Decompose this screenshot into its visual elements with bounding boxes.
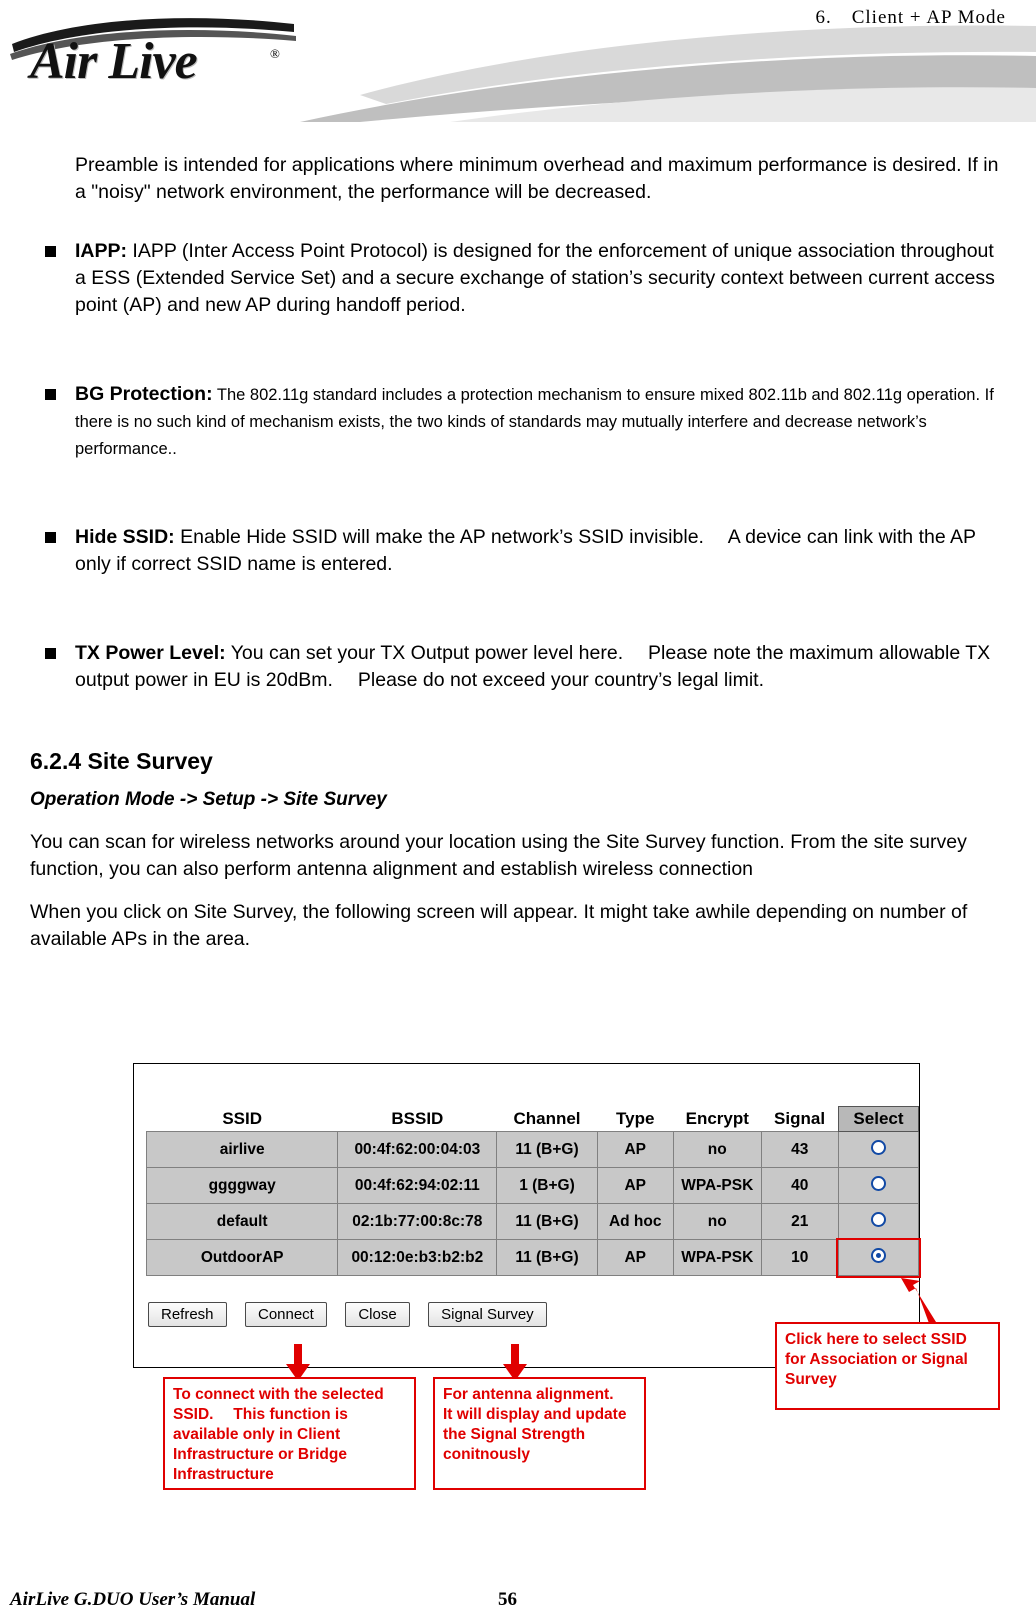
- select-radio[interactable]: [870, 1175, 886, 1191]
- callout-select-note: Click here to select SSID for Associatio…: [775, 1322, 1000, 1410]
- registered-trademark-icon: ®: [270, 46, 280, 61]
- bullet-iapp-text: IAPP (Inter Access Point Protocol) is de…: [75, 240, 995, 316]
- col-header-select: Select: [837, 1106, 920, 1132]
- close-button[interactable]: Close: [345, 1302, 410, 1327]
- cell-select-highlighted[interactable]: [836, 1237, 921, 1278]
- col-header-ssid: SSID: [146, 1106, 338, 1132]
- cell-type: AP: [596, 1167, 674, 1204]
- cell-ssid: OutdoorAP: [145, 1239, 339, 1276]
- page-header: 6. Client + AP Mode Air Live ®: [0, 0, 1036, 122]
- connect-button[interactable]: Connect: [244, 1302, 327, 1327]
- bullet-bg-protection-body: BG Protection: The 802.11g standard incl…: [75, 381, 1001, 462]
- select-radio[interactable]: [870, 1139, 886, 1155]
- cell-encrypt: WPA-PSK: [672, 1167, 762, 1204]
- cell-encrypt: no: [672, 1131, 762, 1168]
- callout-antenna-note: For antenna alignment. It will display a…: [433, 1377, 646, 1490]
- bullet-hide-ssid-body: Hide SSID: Enable Hide SSID will make th…: [75, 524, 1001, 578]
- cell-select[interactable]: [837, 1131, 920, 1168]
- col-header-bssid: BSSID: [337, 1106, 497, 1132]
- bullet-tx-power-level: TX Power Level: You can set your TX Outp…: [45, 640, 1001, 694]
- cell-select[interactable]: [837, 1203, 920, 1240]
- col-header-type: Type: [597, 1106, 674, 1132]
- cell-signal: 10: [760, 1239, 839, 1276]
- table-row[interactable]: OutdoorAP 00:12:0e:b3:b2:b2 11 (B+G) AP …: [145, 1237, 921, 1278]
- cell-bssid: 02:1b:77:00:8c:78: [337, 1203, 498, 1240]
- cell-select[interactable]: [837, 1167, 920, 1204]
- table-row[interactable]: ggggway 00:4f:62:94:02:11 1 (B+G) AP WPA…: [145, 1167, 920, 1204]
- cell-bssid: 00:4f:62:00:04:03: [337, 1131, 498, 1168]
- table-row[interactable]: default 02:1b:77:00:8c:78 11 (B+G) Ad ho…: [145, 1203, 920, 1240]
- header-swoosh-decoration: [300, 0, 1036, 122]
- col-header-signal: Signal: [761, 1106, 839, 1132]
- cell-type: Ad hoc: [596, 1203, 674, 1240]
- page-content: Preamble is intended for applications wh…: [0, 140, 1036, 953]
- signal-survey-button[interactable]: Signal Survey: [428, 1302, 547, 1327]
- square-bullet-icon: [45, 648, 56, 659]
- breadcrumb: Operation Mode -> Setup -> Site Survey: [30, 789, 387, 810]
- cell-signal: 21: [760, 1203, 839, 1240]
- cell-ssid: default: [145, 1203, 339, 1240]
- logo-wordmark: Air Live: [30, 33, 198, 90]
- footer-page-number: 56: [498, 1589, 517, 1610]
- airlive-logo: Air Live ®: [8, 10, 298, 110]
- site-survey-paragraph-2: When you click on Site Survey, the follo…: [30, 901, 968, 950]
- bullet-bg-protection: BG Protection: The 802.11g standard incl…: [45, 381, 1001, 462]
- cell-channel: 11 (B+G): [496, 1203, 598, 1240]
- square-bullet-icon: [45, 389, 56, 400]
- cell-ssid: airlive: [145, 1131, 339, 1168]
- bullet-tx-power-term: TX Power Level:: [75, 642, 226, 664]
- square-bullet-icon: [45, 532, 56, 543]
- cell-channel: 1 (B+G): [496, 1167, 598, 1204]
- square-bullet-icon: [45, 246, 56, 257]
- cell-ssid: ggggway: [145, 1167, 339, 1204]
- select-radio-checked[interactable]: [870, 1247, 886, 1263]
- intro-paragraph: Preamble is intended for applications wh…: [75, 154, 999, 203]
- bullet-bg-protection-text: The 802.11g standard includes a protecti…: [75, 386, 994, 458]
- cell-encrypt: no: [672, 1203, 762, 1240]
- refresh-button[interactable]: Refresh: [148, 1302, 227, 1327]
- cell-bssid: 00:4f:62:94:02:11: [337, 1167, 498, 1204]
- footer-manual-title: AirLive G.DUO User’s Manual: [10, 1589, 256, 1610]
- bullet-bg-protection-term: BG Protection:: [75, 383, 213, 405]
- bullet-iapp-body: IAPP: IAPP (Inter Access Point Protocol)…: [75, 238, 1001, 319]
- cell-bssid: 00:12:0e:b3:b2:b2: [337, 1239, 498, 1276]
- cell-signal: 40: [760, 1167, 839, 1204]
- table-header-row: SSID BSSID Channel Type Encrypt Signal S…: [146, 1106, 920, 1132]
- page-title: 6.2.4 Site Survey: [30, 748, 213, 774]
- page-footer: AirLive G.DUO User’s Manual 56: [0, 1583, 1036, 1613]
- bullet-hide-ssid-term: Hide SSID:: [75, 526, 175, 548]
- bullet-hide-ssid: Hide SSID: Enable Hide SSID will make th…: [45, 524, 1001, 578]
- site-survey-table: SSID BSSID Channel Type Encrypt Signal S…: [145, 1106, 921, 1278]
- bullet-iapp-term: IAPP:: [75, 240, 128, 262]
- bullet-tx-power-body: TX Power Level: You can set your TX Outp…: [75, 640, 1001, 694]
- cell-encrypt: WPA-PSK: [672, 1239, 762, 1276]
- site-survey-paragraph-1: You can scan for wireless networks aroun…: [30, 831, 967, 880]
- col-header-encrypt: Encrypt: [673, 1106, 762, 1132]
- bullet-hide-ssid-text: Enable Hide SSID will make the AP networ…: [75, 526, 976, 575]
- bullet-iapp: IAPP: IAPP (Inter Access Point Protocol)…: [45, 238, 1001, 319]
- cell-type: AP: [596, 1239, 674, 1276]
- cell-type: AP: [596, 1131, 674, 1168]
- cell-channel: 11 (B+G): [496, 1131, 598, 1168]
- callout-connect-note: To connect with the selected SSID. This …: [163, 1377, 416, 1490]
- table-row[interactable]: airlive 00:4f:62:00:04:03 11 (B+G) AP no…: [145, 1131, 920, 1168]
- cell-signal: 43: [760, 1131, 839, 1168]
- cell-channel: 11 (B+G): [496, 1239, 598, 1276]
- select-radio[interactable]: [870, 1211, 886, 1227]
- site-survey-button-row: Refresh Connect Close Signal Survey: [148, 1302, 561, 1327]
- col-header-channel: Channel: [496, 1106, 598, 1132]
